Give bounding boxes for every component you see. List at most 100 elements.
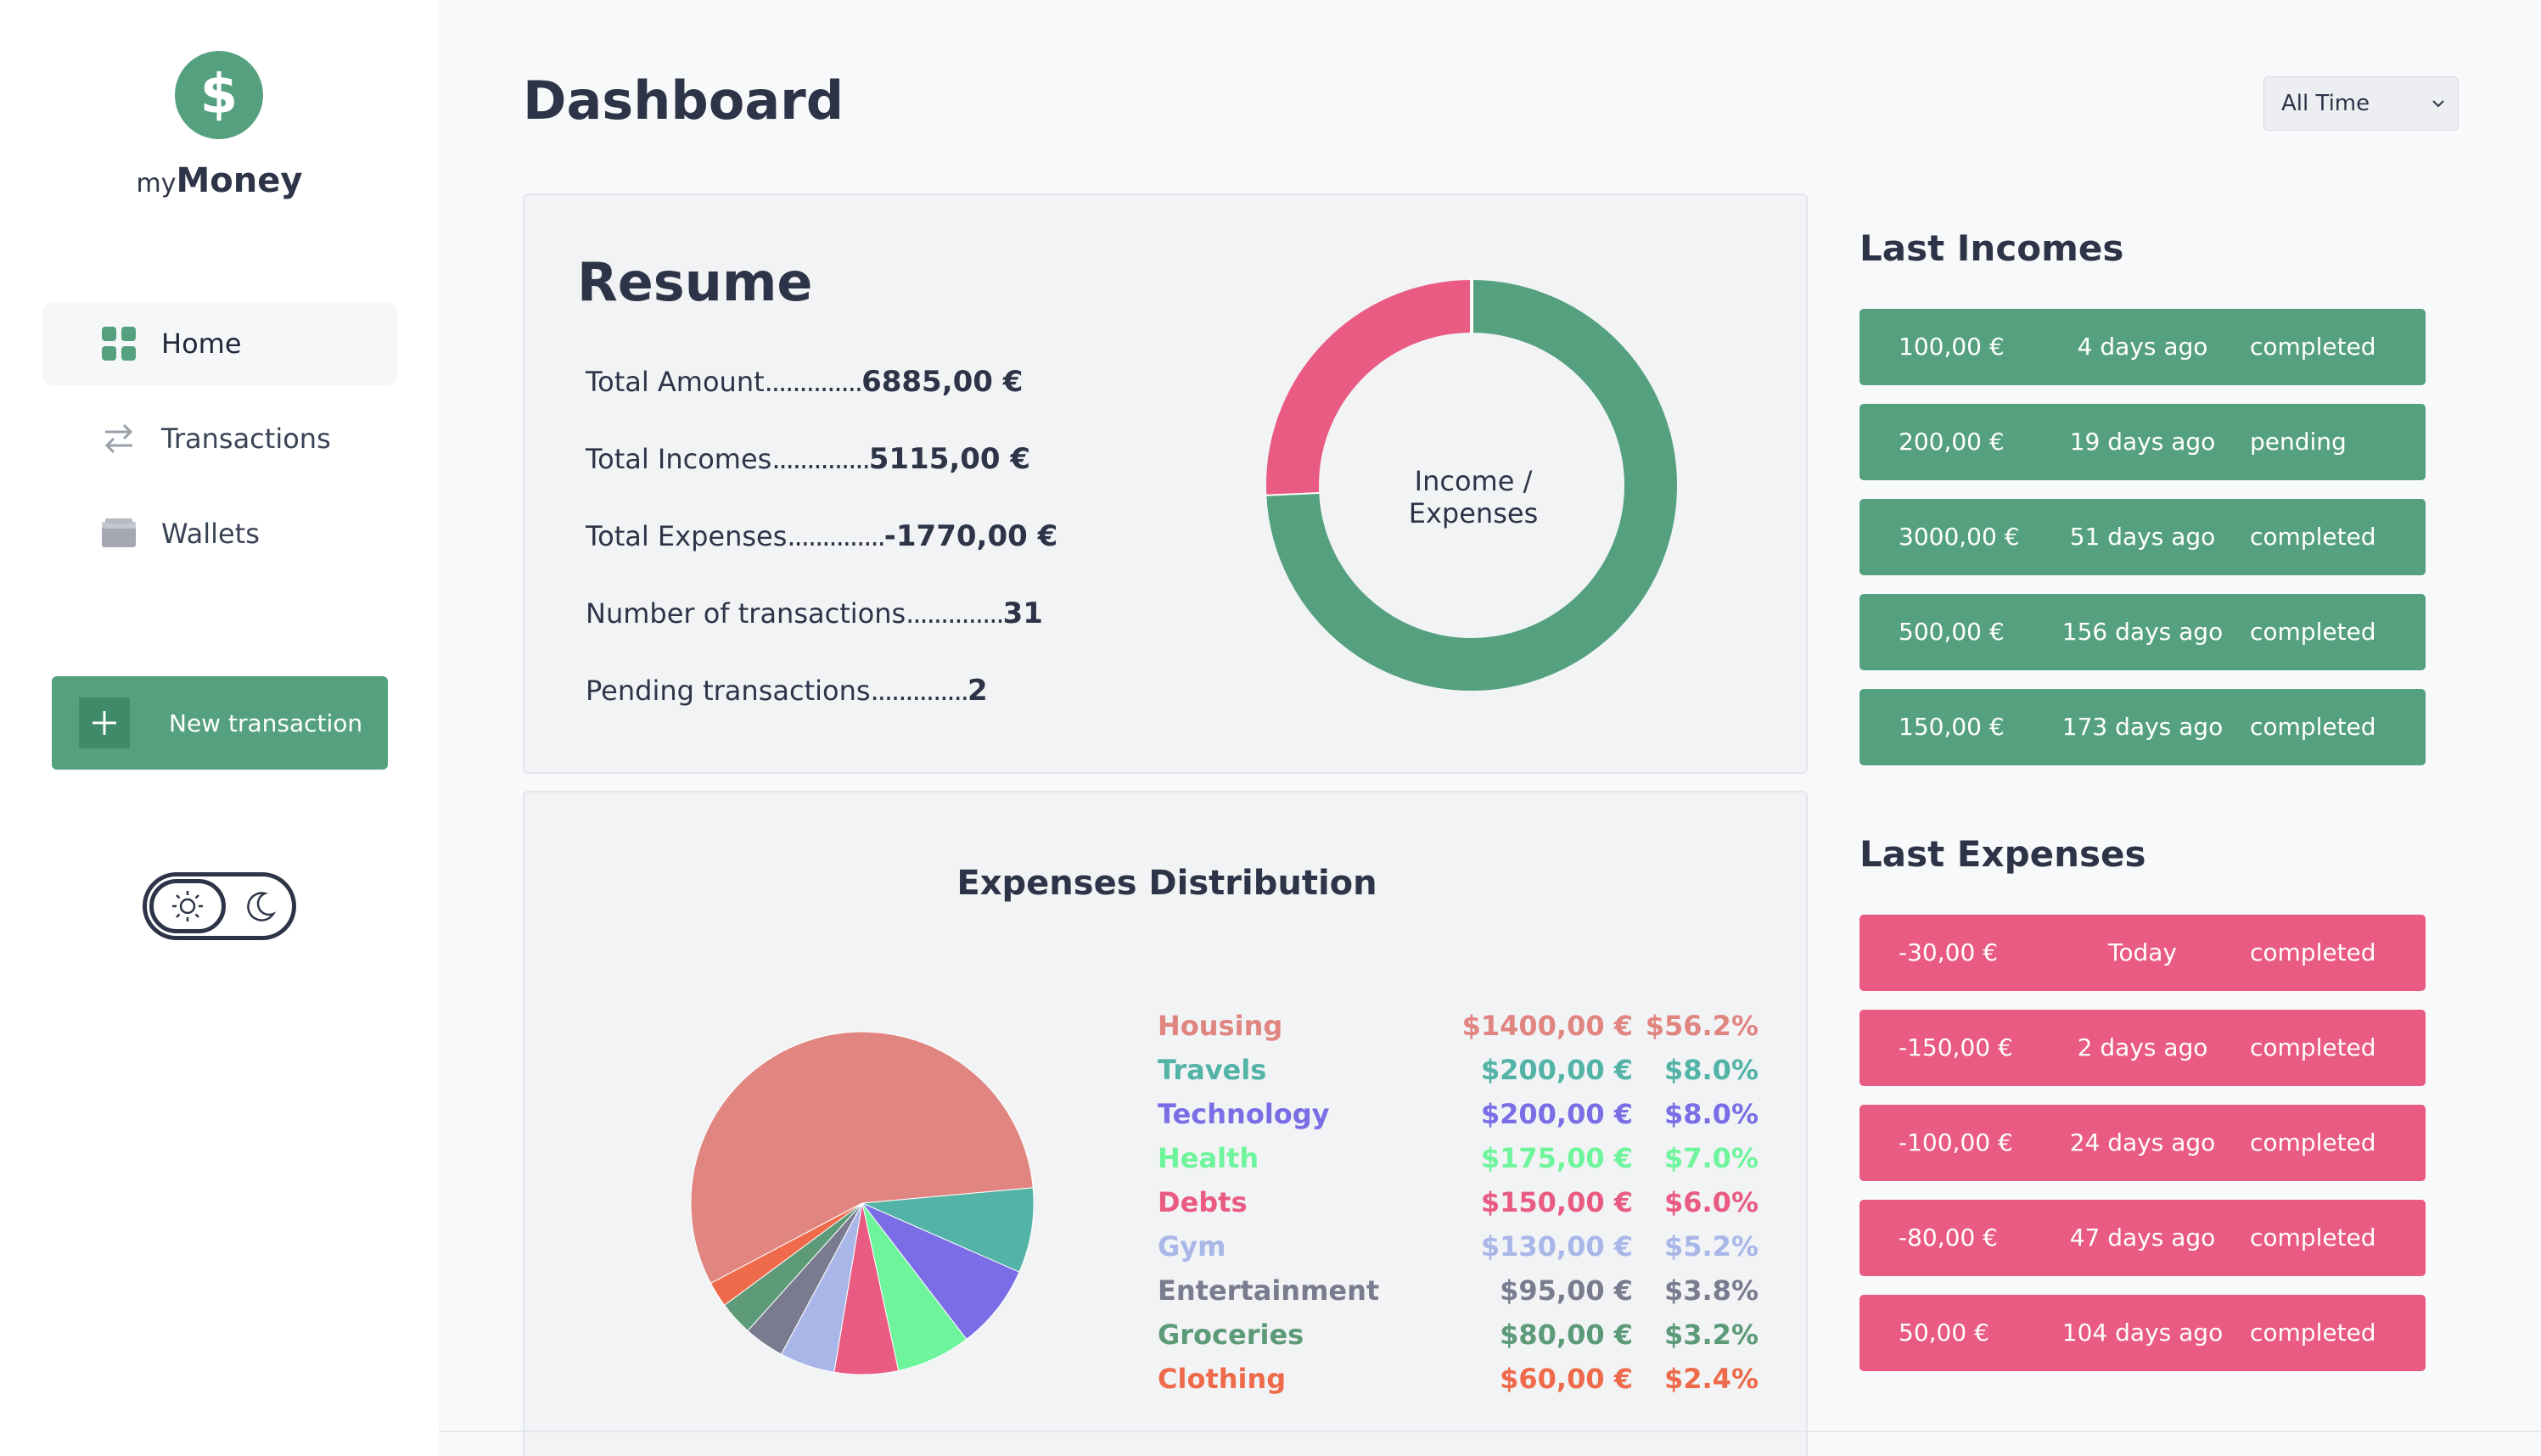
time-filter-select[interactable]: All Time: [2263, 76, 2459, 131]
expense-row[interactable]: -30,00 € Today completed: [1859, 915, 2426, 991]
legend-percent: $5.2%: [1663, 1230, 1759, 1263]
legend-category: Groceries: [1158, 1319, 1304, 1351]
grid-icon: [102, 327, 136, 361]
dollar-logo-icon: $: [175, 51, 263, 139]
wallet-icon: [102, 518, 136, 547]
legend-category: Gym: [1158, 1230, 1226, 1263]
stat-label: Number of transactions: [586, 597, 906, 630]
stat-value: 2: [967, 674, 988, 708]
legend-category: Clothing: [1158, 1363, 1287, 1395]
legend-percent: $3.8%: [1663, 1274, 1759, 1307]
expense-row[interactable]: -80,00 €47 days ago completed: [1859, 1200, 2426, 1276]
legend-amount: $95,00 €: [1500, 1274, 1633, 1307]
stat-leader: ..............: [771, 443, 870, 475]
theme-toggle[interactable]: [143, 872, 296, 940]
legend-category: Health: [1158, 1142, 1259, 1174]
moon-icon[interactable]: [243, 890, 277, 924]
app-name-prefix: my: [136, 169, 177, 199]
legend-amount: $150,00 €: [1480, 1186, 1633, 1218]
resume-title: Resume: [577, 251, 813, 313]
plus-icon: [79, 697, 130, 748]
app-name: myMoney: [0, 161, 439, 200]
expense-row[interactable]: 50,00 €104 days ago completed: [1859, 1295, 2426, 1371]
legend-row: Travels $200,00 € $8.0%: [1158, 1054, 1803, 1096]
income-row[interactable]: 500,00 €156 days ago completed: [1859, 594, 2426, 670]
transaction-status: completed: [2250, 938, 2376, 966]
transaction-status: completed: [2250, 713, 2376, 741]
sidebar-item-label: Wallets: [161, 518, 260, 550]
income-row[interactable]: 100,00 €4 days ago completed: [1859, 309, 2426, 385]
sidebar-item-home[interactable]: Home: [42, 302, 397, 385]
stat-value: -1770,00 €: [883, 519, 1058, 553]
income-row[interactable]: 3000,00 €51 days ago completed: [1859, 499, 2426, 575]
legend-row: Entertainment $95,00 € $3.8%: [1158, 1274, 1803, 1317]
legend-row: Gym $130,00 € $5.2%: [1158, 1230, 1803, 1273]
resume-card: Resume Total Amount..............6885,00…: [523, 193, 1808, 774]
legend-category: Debts: [1158, 1186, 1248, 1218]
expense-row[interactable]: -150,00 €2 days ago completed: [1859, 1010, 2426, 1086]
transaction-status: completed: [2250, 523, 2376, 551]
expense-row[interactable]: -100,00 €24 days ago completed: [1859, 1105, 2426, 1181]
donut-center-label: Income / Expenses: [1408, 465, 1539, 529]
distribution-title: Expenses Distribution: [956, 864, 1377, 903]
legend-percent: $8.0%: [1663, 1054, 1759, 1086]
legend-percent: $7.0%: [1663, 1142, 1759, 1174]
stat-leader: ..............: [870, 675, 969, 707]
last-incomes-title: Last Incomes: [1859, 227, 2124, 269]
legend-row: Health $175,00 € $7.0%: [1158, 1142, 1803, 1184]
legend-percent: $8.0%: [1663, 1098, 1759, 1130]
app-name-main: Money: [176, 161, 303, 200]
legend-percent: $2.4%: [1663, 1363, 1759, 1395]
new-transaction-button[interactable]: New transaction: [52, 676, 388, 770]
income-row[interactable]: 150,00 €173 days ago completed: [1859, 689, 2426, 765]
stat-total-incomes: Total Incomes..............5115,00 €: [586, 442, 1030, 476]
stat-label: Pending transactions: [586, 675, 871, 707]
time-filter-value: All Time: [2281, 91, 2370, 116]
legend-row: Technology $200,00 € $8.0%: [1158, 1098, 1803, 1140]
stat-value: 5115,00 €: [868, 442, 1031, 476]
arrows-swap-icon: [104, 423, 133, 454]
transaction-status: completed: [2250, 1224, 2376, 1252]
legend-percent: $6.0%: [1663, 1186, 1759, 1218]
legend-category: Travels: [1158, 1054, 1267, 1086]
legend-amount: $200,00 €: [1480, 1054, 1633, 1086]
legend-row: Housing $1400,00 € $56.2%: [1158, 1010, 1803, 1052]
legend-row: Debts $150,00 € $6.0%: [1158, 1186, 1803, 1229]
stat-transaction-count: Number of transactions..............31: [586, 596, 1043, 630]
stat-value: 6885,00 €: [861, 365, 1024, 399]
stat-leader: ..............: [764, 366, 863, 398]
legend-row: Groceries $80,00 € $3.2%: [1158, 1319, 1803, 1361]
chevron-down-icon: [2432, 100, 2444, 108]
income-row[interactable]: 200,00 €19 days ago pending: [1859, 404, 2426, 480]
legend-category: Housing: [1158, 1010, 1283, 1042]
sidebar-item-transactions[interactable]: Transactions: [42, 397, 397, 480]
legend-amount: $130,00 €: [1480, 1230, 1633, 1263]
sun-icon[interactable]: [149, 879, 226, 933]
sidebar: $ myMoney Home Transactions Wallets New …: [0, 0, 439, 1456]
last-expenses-title: Last Expenses: [1859, 833, 2146, 875]
page-title: Dashboard: [523, 70, 844, 132]
legend-percent: $56.2%: [1645, 1010, 1759, 1042]
transaction-status: completed: [2250, 333, 2376, 361]
sidebar-item-label: Transactions: [161, 423, 331, 455]
stat-value: 31: [1002, 596, 1043, 630]
sidebar-item-wallets[interactable]: Wallets: [42, 492, 397, 575]
transaction-status: pending: [2250, 428, 2347, 456]
legend-category: Technology: [1158, 1098, 1330, 1130]
stat-label: Total Expenses: [586, 520, 788, 552]
expenses-pie-chart: [690, 1031, 1035, 1375]
legend-amount: $60,00 €: [1500, 1363, 1633, 1395]
transaction-status: completed: [2250, 618, 2376, 646]
transaction-status: completed: [2250, 1033, 2376, 1061]
legend-amount: $175,00 €: [1480, 1142, 1633, 1174]
legend-percent: $3.2%: [1663, 1319, 1759, 1351]
legend-category: Entertainment: [1158, 1274, 1380, 1307]
legend-amount: $200,00 €: [1480, 1098, 1633, 1130]
legend-amount: $80,00 €: [1500, 1319, 1633, 1351]
transaction-status: completed: [2250, 1319, 2376, 1347]
stat-leader: ..............: [787, 520, 885, 552]
sidebar-item-label: Home: [161, 328, 242, 360]
stat-total-amount: Total Amount..............6885,00 €: [586, 365, 1023, 399]
expenses-distribution-card: Expenses Distribution Housing $1400,00 € $…: [523, 791, 1808, 1456]
stat-label: Total Incomes: [586, 443, 772, 475]
